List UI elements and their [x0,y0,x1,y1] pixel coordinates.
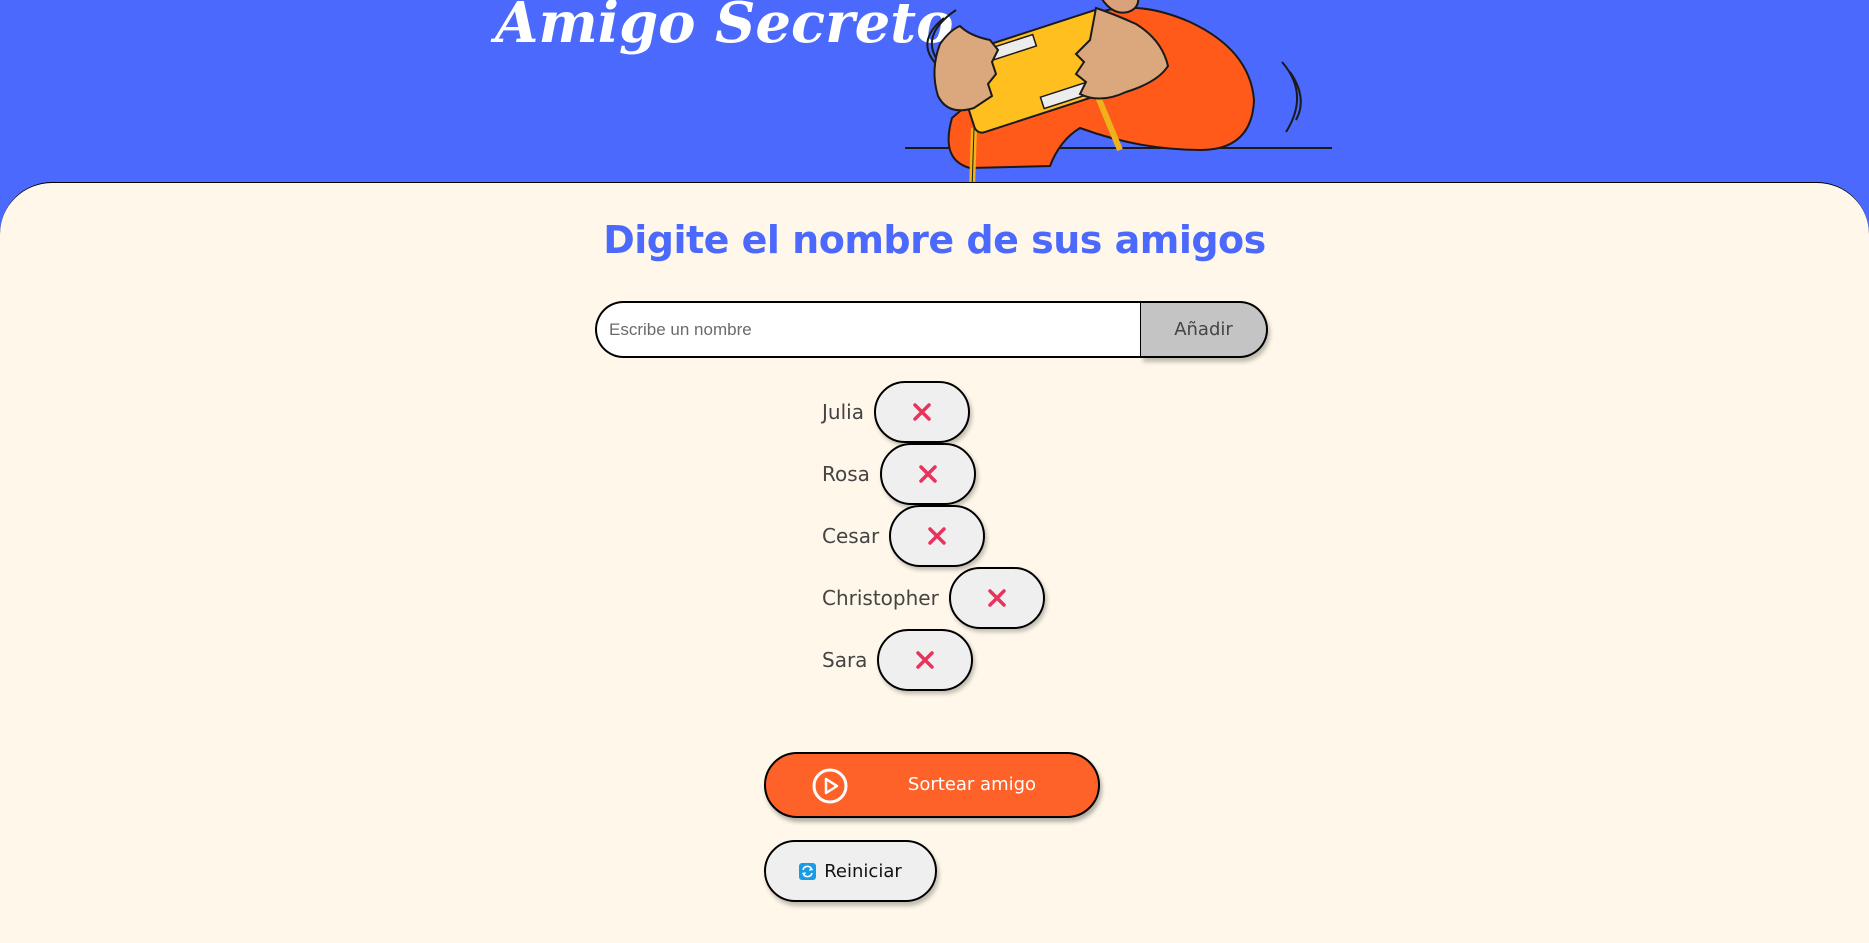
refresh-icon [799,862,817,880]
friend-name: Sara [822,648,868,672]
list-item: Christopher [822,567,1045,629]
friend-name: Julia [822,400,864,424]
app-title: Amigo Secreto [495,0,954,56]
close-icon [988,589,1006,607]
header: Amigo Secreto [0,0,1869,200]
close-icon [913,403,931,421]
remove-friend-button[interactable] [879,443,976,505]
play-circle-icon [812,768,848,804]
draw-friend-label: Sortear amigo [907,774,1037,795]
reset-button[interactable]: Reiniciar [764,840,937,902]
add-friend-form: Añadir [595,301,1269,358]
remove-friend-button[interactable] [889,505,986,567]
remove-friend-button[interactable] [948,567,1045,629]
close-icon [919,465,937,483]
draw-friend-button[interactable]: Sortear amigo [764,752,1100,818]
list-item: Cesar [822,505,1045,567]
friend-name: Rosa [822,462,870,486]
friend-list: Julia Rosa Cesar Christopher Sara [822,381,1045,691]
close-icon [916,651,935,669]
add-button[interactable]: Añadir [1141,301,1268,358]
list-item: Sara [822,629,1045,691]
remove-friend-button[interactable] [873,381,970,443]
friend-name: Christopher [822,586,939,610]
remove-friend-button[interactable] [877,629,974,691]
reset-label: Reiniciar [824,860,902,882]
friend-name: Cesar [822,524,880,548]
close-icon [928,527,946,545]
list-item: Rosa [822,443,1045,505]
section-heading: Digite el nombre de sus amigos [603,218,1266,262]
friend-name-input[interactable] [595,301,1143,358]
gift-illustration [905,0,1332,190]
list-item: Julia [822,381,1045,443]
